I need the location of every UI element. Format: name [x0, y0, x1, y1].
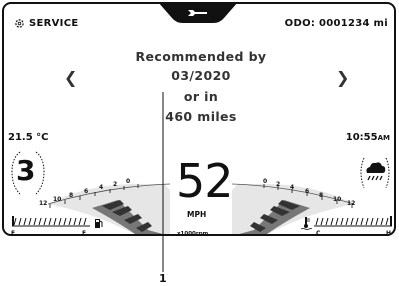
tacho-left-tick: 8	[69, 192, 74, 199]
wrench-icon	[188, 10, 207, 16]
rpm-unit: x1000rpm	[177, 231, 209, 236]
tacho-left-tick: 4	[99, 184, 104, 191]
tacho-left-tick: 2	[113, 181, 118, 188]
tacho-right-tick: 6	[305, 188, 310, 195]
service-message-line4: 460 miles	[165, 109, 237, 124]
service-message-line3: or in	[183, 89, 219, 104]
coolant-cold-label: C	[316, 230, 321, 236]
tacho-right-tick: 0	[263, 178, 268, 185]
callout-leader-line	[162, 92, 164, 272]
dashboard-display: SERVICE ODO: 0001234 mi Recommended by 0…	[2, 2, 396, 236]
speed-unit: MPH	[187, 210, 207, 219]
tacho-left-tick: 12	[39, 200, 48, 207]
clock: 10:55AM	[346, 132, 390, 143]
clock-time: 10:55	[345, 132, 378, 143]
tacho-right-tick: 4	[290, 184, 295, 191]
fuel-empty-label: E	[82, 230, 87, 236]
temperature-readout: 21.5 °C	[8, 132, 49, 143]
tacho-right-tick: 12	[347, 200, 356, 207]
odometer: ODO: 0001234 mi	[284, 18, 388, 29]
tacho-left-tick: 6	[84, 188, 89, 195]
coolant-temp-icon	[300, 217, 312, 230]
tacho-right-tick: 2	[276, 181, 281, 188]
callout-label: 1	[159, 272, 167, 285]
coolant-hot-label: H	[386, 230, 392, 236]
tacho-left-tick: 0	[126, 178, 131, 185]
coolant-gauge	[314, 216, 392, 227]
service-label: SERVICE	[29, 18, 79, 29]
chevron-left-icon[interactable]: ❮	[64, 68, 77, 87]
gear-icon	[15, 19, 24, 28]
service-message-line1: Recommended by	[135, 49, 267, 64]
speed-value: 52	[176, 154, 234, 208]
fuel-full-label: F	[11, 230, 16, 236]
fuel-gauge	[12, 216, 90, 227]
fuel-pump-icon	[95, 219, 103, 228]
tacho-left-tick: 10	[53, 196, 62, 203]
tacho-right-tick: 8	[319, 192, 324, 199]
clock-ampm: AM	[377, 134, 390, 142]
chevron-right-icon[interactable]: ❯	[336, 68, 349, 87]
tacho-right-tick: 10	[333, 196, 342, 203]
